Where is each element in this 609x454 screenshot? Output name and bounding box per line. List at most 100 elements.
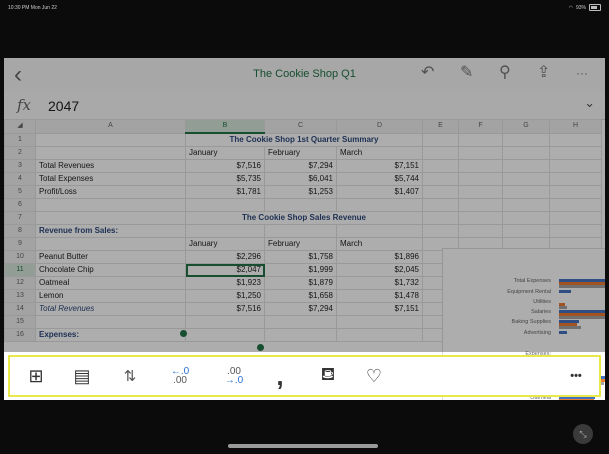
share-icon[interactable]: ⇪ xyxy=(537,62,550,82)
cell[interactable] xyxy=(458,172,503,186)
cell[interactable] xyxy=(458,146,503,160)
cell[interactable]: $6,041 xyxy=(264,172,337,186)
cell[interactable]: February xyxy=(264,237,337,251)
cell[interactable] xyxy=(336,315,423,329)
cell[interactable]: $7,294 xyxy=(264,302,337,316)
cell[interactable] xyxy=(458,132,503,147)
cell[interactable] xyxy=(35,315,186,329)
cell[interactable]: February xyxy=(264,146,337,160)
cell[interactable] xyxy=(502,172,550,186)
cell[interactable]: $5,744 xyxy=(336,172,423,186)
cell[interactable] xyxy=(264,315,337,329)
row-header[interactable]: 13 xyxy=(4,289,36,303)
cell[interactable] xyxy=(35,237,186,251)
cell[interactable] xyxy=(422,224,459,238)
decrease-decimal-button[interactable]: ←.0 .00 xyxy=(166,357,194,395)
home-indicator[interactable] xyxy=(228,444,378,448)
cell[interactable]: Total Expenses xyxy=(35,172,186,186)
column-header-b[interactable]: B xyxy=(185,119,265,134)
row-header[interactable]: 1 xyxy=(4,132,36,147)
sort-filter-button[interactable]: ⇅ xyxy=(114,357,146,395)
cell[interactable]: Total Revenues xyxy=(35,302,186,316)
cell[interactable]: Peanut Butter xyxy=(35,250,186,264)
row-header[interactable]: 10 xyxy=(4,250,36,264)
column-header-c[interactable]: C xyxy=(264,119,337,134)
cell[interactable]: $7,516 xyxy=(185,159,265,173)
cell[interactable]: $1,758 xyxy=(264,250,337,264)
cell[interactable] xyxy=(502,224,550,238)
row-header[interactable]: 4 xyxy=(4,172,36,186)
cell[interactable]: $7,294 xyxy=(264,159,337,173)
row-header[interactable]: 6 xyxy=(4,198,36,212)
row-header[interactable]: 12 xyxy=(4,276,36,290)
row-header[interactable]: 14 xyxy=(4,302,36,316)
cell[interactable]: $1,896 xyxy=(336,250,423,264)
cell[interactable] xyxy=(35,211,186,225)
cell[interactable]: $1,407 xyxy=(336,185,423,199)
row-header[interactable]: 9 xyxy=(4,237,36,251)
selection-handle-start[interactable] xyxy=(180,330,187,337)
cell[interactable] xyxy=(422,185,459,199)
cell[interactable]: $5,735 xyxy=(185,172,265,186)
cell[interactable] xyxy=(502,146,550,160)
cell[interactable] xyxy=(458,185,503,199)
cell[interactable] xyxy=(35,146,186,160)
cell[interactable] xyxy=(549,146,602,160)
table-format-button[interactable]: ⊞ xyxy=(22,357,50,395)
column-header-f[interactable]: F xyxy=(458,119,503,134)
increase-decimal-button[interactable]: .00 →.0 xyxy=(220,357,248,395)
cell[interactable] xyxy=(549,132,602,147)
cell[interactable] xyxy=(458,224,503,238)
cell[interactable]: $1,879 xyxy=(264,276,337,290)
cell[interactable]: $7,516 xyxy=(185,302,265,316)
comma-style-button[interactable]: , xyxy=(266,357,294,395)
cell[interactable]: $1,999 xyxy=(264,263,337,277)
cell[interactable] xyxy=(549,224,602,238)
row-header[interactable]: 2 xyxy=(4,146,36,160)
selection-handle-end[interactable] xyxy=(257,344,264,351)
formula-input[interactable]: 2047 xyxy=(48,98,79,114)
cell[interactable] xyxy=(422,146,459,160)
cell[interactable] xyxy=(422,159,459,173)
cell[interactable]: January xyxy=(185,146,265,160)
cell[interactable] xyxy=(264,198,337,212)
cell[interactable] xyxy=(502,211,550,225)
column-header-a[interactable]: A xyxy=(35,119,186,134)
cell[interactable] xyxy=(422,172,459,186)
cell[interactable]: $7,151 xyxy=(336,159,423,173)
cell[interactable] xyxy=(549,185,602,199)
cell[interactable]: $1,923 xyxy=(185,276,265,290)
column-header-h[interactable]: H xyxy=(549,119,602,134)
row-header[interactable]: 7 xyxy=(4,211,36,225)
row-header[interactable]: 3 xyxy=(4,159,36,173)
cell[interactable] xyxy=(264,328,337,342)
cell[interactable]: March xyxy=(336,237,423,251)
cell[interactable] xyxy=(458,159,503,173)
cell[interactable]: $2,296 xyxy=(185,250,265,264)
cell[interactable] xyxy=(336,224,423,238)
cell[interactable] xyxy=(185,328,265,342)
cell[interactable]: Lemon xyxy=(35,289,186,303)
cell[interactable]: Total Revenues xyxy=(35,159,186,173)
search-icon[interactable]: ⚲ xyxy=(499,62,511,82)
cell[interactable] xyxy=(185,198,265,212)
ribbon-more-button[interactable]: ••• xyxy=(562,357,590,395)
cell[interactable] xyxy=(35,198,186,212)
sheet-title-cell[interactable]: The Cookie Shop 1st Quarter Summary xyxy=(185,132,423,147)
sheet-title-cell[interactable]: The Cookie Shop Sales Revenue xyxy=(185,211,423,225)
row-header[interactable]: 16 xyxy=(4,328,36,342)
cell[interactable] xyxy=(35,132,186,147)
cell[interactable] xyxy=(549,159,602,173)
cell[interactable]: $1,478 xyxy=(336,289,423,303)
cell[interactable] xyxy=(549,172,602,186)
select-all-corner[interactable]: ◢ xyxy=(4,119,36,134)
cell[interactable] xyxy=(422,211,459,225)
cell[interactable] xyxy=(549,211,602,225)
cell[interactable] xyxy=(336,198,423,212)
cell[interactable] xyxy=(185,315,265,329)
cell[interactable]: $1,253 xyxy=(264,185,337,199)
column-header-d[interactable]: D xyxy=(336,119,423,134)
cell[interactable] xyxy=(185,224,265,238)
pen-icon[interactable]: ✎ xyxy=(460,62,473,82)
more-icon[interactable]: ··· xyxy=(576,66,588,80)
